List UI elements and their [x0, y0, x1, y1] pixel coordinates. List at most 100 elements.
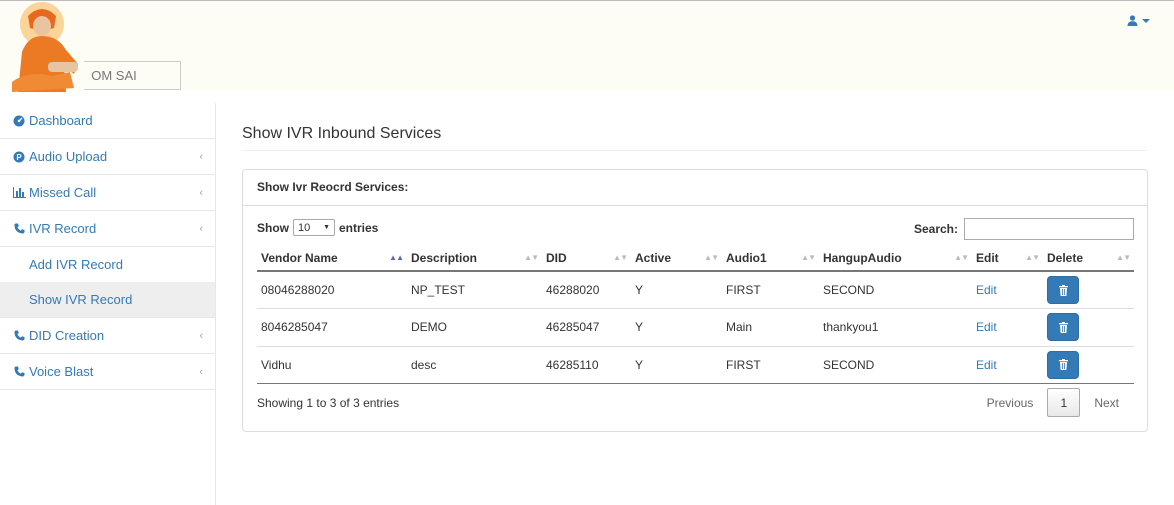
cell-did: 46285110 [542, 345, 631, 384]
sidebar-item-label: Show IVR Record [29, 292, 133, 307]
sidebar-item-ivr-record[interactable]: IVR Record ‹ [0, 211, 215, 247]
column-header-active[interactable]: Active ▲▼ [631, 246, 722, 272]
cell-audio1: FIRST [722, 345, 819, 384]
column-header-description[interactable]: Description ▲▼ [407, 246, 542, 272]
cell-active: Y [631, 308, 722, 346]
column-label: Audio1 [726, 251, 767, 265]
column-header-hangup-audio[interactable]: HangupAudio ▲▼ [819, 246, 972, 272]
caret-down-icon [1142, 18, 1150, 23]
entries-per-page-select[interactable]: 10 ▼ [293, 219, 335, 236]
edit-link[interactable]: Edit [976, 320, 997, 334]
cell-vendor-name: 08046288020 [261, 283, 335, 297]
user-menu[interactable] [1127, 15, 1150, 26]
chevron-left-icon: ‹ [199, 223, 203, 235]
sort-icon: ▲▼ [704, 253, 719, 262]
trash-icon [1058, 359, 1068, 371]
sidebar-item-voice-blast[interactable]: Voice Blast ‹ [0, 354, 215, 390]
table-row: 08046288020 NP_TEST 46288020 Y FIRST SEC… [257, 271, 1134, 309]
brand-area: OM SAI [0, 0, 215, 103]
search-input[interactable] [964, 218, 1134, 240]
sidebar-item-audio-upload[interactable]: P Audio Upload ‹ [0, 139, 215, 175]
p-circle-icon: P [12, 150, 26, 164]
length-entries-label: entries [339, 220, 379, 235]
column-header-delete[interactable]: Delete ▲▼ [1043, 246, 1134, 272]
column-header-did[interactable]: DID ▲▼ [542, 246, 631, 272]
column-header-vendor-name[interactable]: Vendor Name ▲▲ [257, 246, 407, 272]
cell-delete [1043, 308, 1134, 346]
cell-delete [1043, 345, 1134, 384]
table-row: Vidhu desc 46285110 Y FIRST SECOND Edit [257, 345, 1134, 384]
column-header-audio1[interactable]: Audio1 ▲▼ [722, 246, 819, 272]
sort-icon: ▲▼ [1116, 253, 1131, 262]
sidebar-item-add-ivr-record[interactable]: Add IVR Record [0, 247, 215, 282]
cell-audio1: FIRST [726, 283, 761, 297]
cell-did: 46288020 [546, 283, 600, 297]
cell-description: DEMO [407, 308, 542, 346]
services-panel: Show Ivr Reocrd Services: Show 10 ▼ entr… [242, 169, 1148, 432]
sort-icon: ▲▼ [1025, 253, 1040, 262]
sidebar-item-label: Dashboard [29, 113, 93, 128]
column-label: Description [411, 251, 478, 265]
search-label: Search: [913, 222, 958, 236]
column-label: Vendor Name [261, 251, 338, 265]
logo-image [8, 2, 84, 92]
cell-active: Y [631, 345, 722, 384]
cell-hangup-audio: SECOND [819, 345, 972, 384]
cell-did: 46285047 [542, 308, 631, 346]
bar-chart-icon [12, 186, 26, 200]
previous-button[interactable]: Previous [973, 396, 1048, 410]
column-label: Delete [1047, 251, 1084, 265]
sidebar-item-label: Audio Upload [29, 149, 108, 164]
length-show-label: Show [257, 220, 289, 235]
cell-edit: Edit [972, 345, 1043, 384]
cell-delete [1043, 271, 1134, 309]
phone-icon [12, 222, 26, 236]
delete-button[interactable] [1047, 350, 1079, 379]
length-control: Show 10 ▼ entries [257, 219, 378, 236]
cell-audio1: Main [722, 308, 819, 346]
sidebar-item-label: Add IVR Record [29, 257, 123, 272]
cell-description: desc [407, 345, 542, 384]
services-table: Vendor Name ▲▲ Description ▲▼ DID ▲▼ Active… [257, 246, 1134, 384]
dashboard-icon [12, 114, 26, 128]
sidebar-item-dashboard[interactable]: Dashboard [0, 103, 215, 139]
cell-active: Y [635, 283, 644, 297]
trash-icon [1058, 284, 1068, 296]
entries-per-page-value: 10 [298, 221, 311, 234]
sidebar-item-did-creation[interactable]: DID Creation ‹ [0, 318, 215, 354]
sort-icon: ▲▼ [524, 253, 539, 262]
chevron-left-icon: ‹ [199, 366, 203, 378]
divider [242, 150, 1147, 151]
table-info: Showing 1 to 3 of 3 entries [257, 396, 400, 410]
cell-description: NP_TEST [411, 283, 466, 297]
column-label: DID [546, 251, 567, 265]
column-label: HangupAudio [823, 251, 902, 265]
chevron-left-icon: ‹ [199, 187, 203, 199]
cell-hangup-audio: thankyou1 [819, 308, 972, 346]
page-title: Show IVR Inbound Services [242, 125, 442, 142]
sidebar: Dashboard P Audio Upload ‹ Missed Call ‹… [0, 103, 216, 505]
column-label: Edit [976, 251, 999, 265]
sort-icon: ▲▼ [801, 253, 816, 262]
phone-icon [12, 329, 26, 343]
next-button[interactable]: Next [1080, 396, 1133, 410]
delete-button[interactable] [1047, 313, 1079, 342]
svg-text:P: P [16, 153, 22, 162]
cell-vendor-name: 8046285047 [257, 308, 407, 346]
sidebar-item-show-ivr-record[interactable]: Show IVR Record [0, 282, 215, 318]
edit-link[interactable]: Edit [976, 358, 997, 372]
sidebar-item-label: IVR Record [29, 221, 97, 236]
pagination: Previous 1 Next [973, 388, 1133, 417]
delete-button[interactable] [1047, 276, 1079, 304]
edit-link[interactable]: Edit [976, 283, 997, 297]
panel-title: Show Ivr Reocrd Services: [243, 170, 1147, 206]
column-label: Active [635, 251, 672, 265]
column-header-edit[interactable]: Edit ▲▼ [972, 246, 1043, 272]
sort-icon: ▲▼ [613, 253, 628, 262]
sidebar-item-label: Missed Call [29, 185, 97, 200]
page-button-current[interactable]: 1 [1047, 388, 1081, 417]
cell-vendor-name: Vidhu [257, 345, 407, 384]
table-header-row: Vendor Name ▲▲ Description ▲▼ DID ▲▼ Active… [257, 246, 1134, 272]
sidebar-item-missed-call[interactable]: Missed Call ‹ [0, 175, 215, 211]
main-content: Show IVR Inbound Services Show Ivr Reocr… [216, 90, 1174, 505]
